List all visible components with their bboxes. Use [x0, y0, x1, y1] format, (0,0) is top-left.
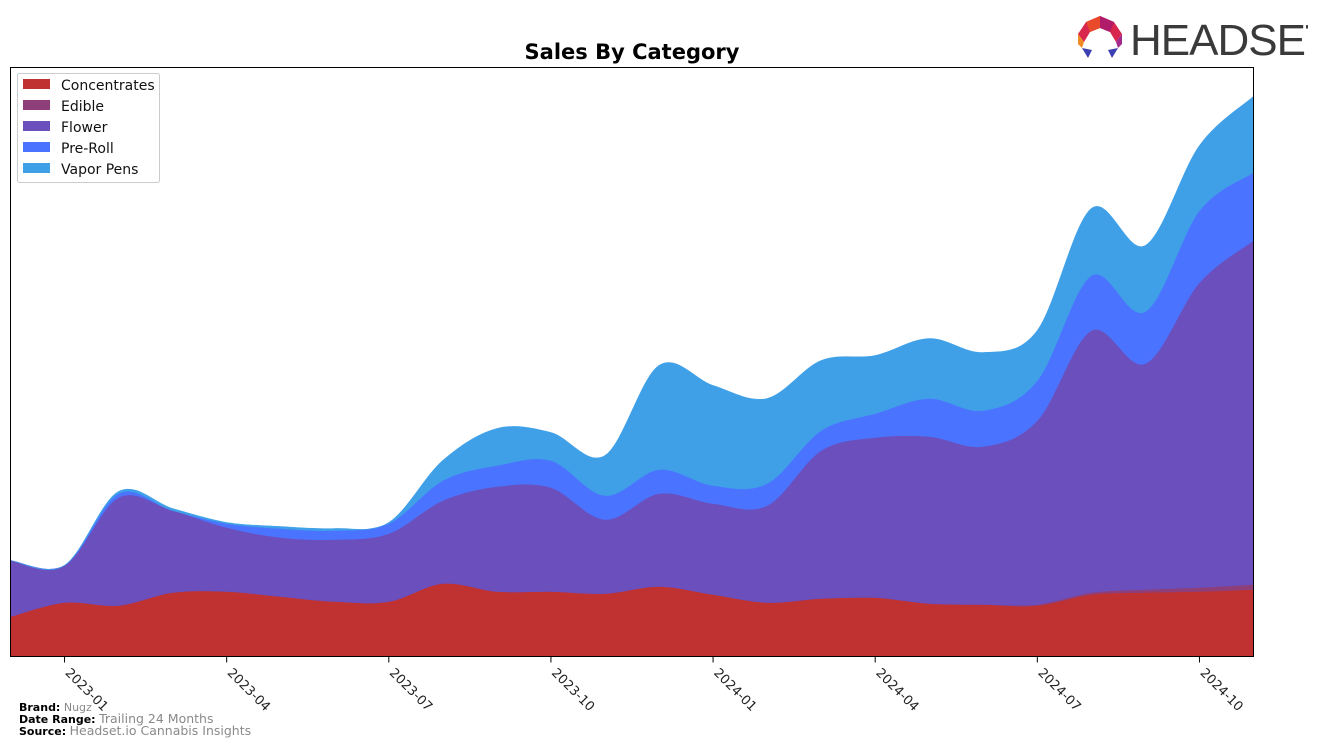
chart-footer: Brand: Nugz Date Range: Trailing 24 Mont… [19, 702, 251, 737]
legend-label-concentrates: Concentrates [61, 78, 155, 94]
headset-logo-icon [1078, 16, 1122, 58]
legend-label-pre-roll: Pre-Roll [61, 141, 114, 157]
source-label: Source: [19, 725, 67, 738]
legend-swatch-pre-roll [23, 142, 50, 152]
chart-title: Sales By Category [525, 40, 740, 64]
source-value: Headset.io Cannabis Insights [69, 723, 252, 738]
x-tick-label: 2024-10 [1197, 666, 1246, 715]
headset-logo: HEADSET [1078, 16, 1308, 62]
legend-swatch-edible [23, 100, 50, 110]
legend: Concentrates Edible Flower Pre-Roll Vapor Pe… [17, 73, 160, 183]
legend-label-vapor-pens: Vapor Pens [61, 162, 138, 178]
sales-by-category-chart: Sales By Category 2023-01 2023-04 2023-07 2… [10, 40, 1254, 715]
x-tick-label: 2024-04 [872, 666, 921, 715]
legend-swatch-vapor-pens [23, 163, 50, 173]
legend-swatch-flower [23, 121, 50, 131]
stacked-areas [10, 95, 1254, 657]
legend-swatch-concentrates [23, 79, 50, 89]
x-tick-label: 2023-10 [548, 666, 597, 715]
x-tick-label: 2024-01 [710, 666, 759, 715]
legend-label-flower: Flower [61, 120, 108, 136]
footer-source: Source: Headset.io Cannabis Insights [19, 723, 252, 738]
logo-text: HEADSET [1130, 16, 1308, 62]
x-tick-label: 2024-07 [1034, 666, 1083, 715]
x-tick-label: 2023-07 [386, 666, 435, 715]
legend-label-edible: Edible [61, 99, 104, 115]
